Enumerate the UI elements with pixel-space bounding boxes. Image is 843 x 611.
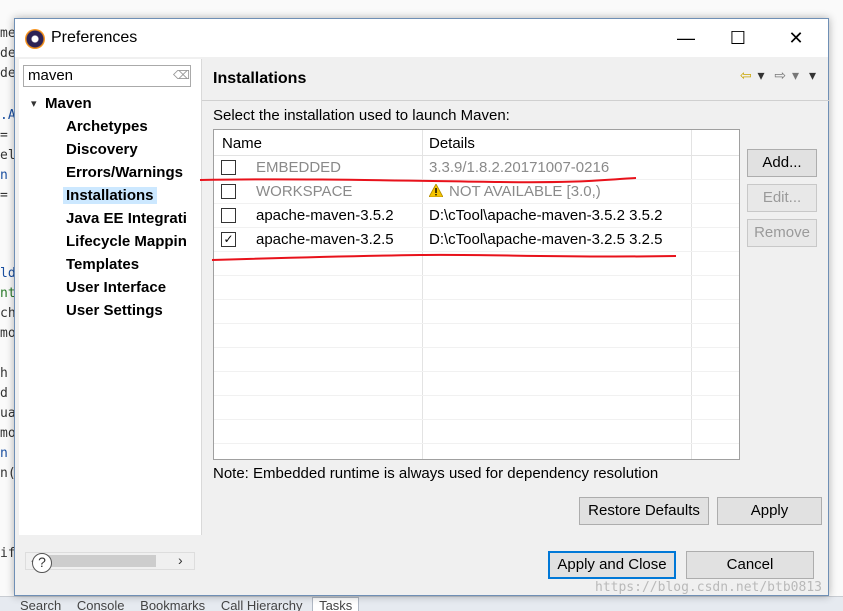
restore-defaults-button[interactable]: Restore Defaults xyxy=(579,497,709,525)
forward-arrow-icon[interactable]: ⇨ xyxy=(774,67,786,84)
preference-tree-pane: maven ⌫ ▾ Maven Archetypes Discovery Err… xyxy=(19,59,201,570)
installation-name: EMBEDDED xyxy=(256,159,342,176)
code-fragment: h xyxy=(0,366,8,381)
scrollbar-thumb[interactable] xyxy=(48,555,156,567)
installation-prompt: Select the installation used to launch M… xyxy=(213,107,510,124)
add-button[interactable]: Add... xyxy=(747,149,817,177)
remove-button[interactable]: Remove xyxy=(747,219,817,247)
table-row[interactable]: apache-maven-3.5.2 D:\cTool\apache-maven… xyxy=(214,204,739,228)
bottom-view-tabs: Search Console Bookmarks Call Hierarchy … xyxy=(0,596,843,611)
apply-button[interactable]: Apply xyxy=(717,497,822,525)
table-row[interactable]: EMBEDDED 3.3.9/1.8.2.20171007-0216 xyxy=(214,156,739,180)
code-fragment: n xyxy=(0,446,8,461)
installation-name: apache-maven-3.5.2 xyxy=(256,207,394,224)
tree-item-installations[interactable]: Installations xyxy=(63,187,157,204)
row-checkbox[interactable] xyxy=(221,184,236,199)
window-title: Preferences xyxy=(51,29,138,46)
page-title: Installations xyxy=(213,70,307,87)
empty-row xyxy=(214,276,739,300)
watermark: https://blog.csdn.net/btb0813 xyxy=(595,580,822,595)
column-header-details[interactable]: Details xyxy=(429,135,475,152)
tree-item-maven[interactable]: Maven xyxy=(45,95,92,112)
back-menu-icon[interactable]: ▾ xyxy=(758,67,765,84)
back-arrow-icon[interactable]: ⇦ xyxy=(740,67,752,84)
edit-button[interactable]: Edit... xyxy=(747,184,817,212)
tab-bookmarks[interactable]: Bookmarks xyxy=(134,598,211,611)
title-separator xyxy=(202,100,829,101)
maximize-button[interactable]: ☐ xyxy=(712,19,764,57)
installation-details: D:\cTool\apache-maven-3.5.2 3.5.2 xyxy=(429,207,663,224)
tree-item-user-interface[interactable]: User Interface xyxy=(66,279,166,296)
minimize-button[interactable]: — xyxy=(660,19,712,57)
table-row[interactable]: WORKSPACE NOT AVAILABLE [3.0,) xyxy=(214,180,739,204)
tree-item-discovery[interactable]: Discovery xyxy=(66,141,138,158)
row-checkbox-checked[interactable]: ✓ xyxy=(221,232,236,247)
table-header: Name Details xyxy=(214,130,739,156)
warning-icon xyxy=(429,184,443,197)
filter-value: maven xyxy=(28,67,74,84)
dependency-note: Note: Embedded runtime is always used fo… xyxy=(213,465,659,482)
preference-page: Installations ⇦ ▾ ⇨ ▾ ▾ Select the insta… xyxy=(201,59,829,535)
installation-details-cell: NOT AVAILABLE [3.0,) xyxy=(429,183,601,200)
tree-item-archetypes[interactable]: Archetypes xyxy=(66,118,148,135)
scroll-right-icon[interactable]: › xyxy=(178,552,183,568)
empty-row xyxy=(214,372,739,396)
close-button[interactable]: ✕ xyxy=(770,19,822,57)
installation-name: apache-maven-3.2.5 xyxy=(256,231,394,248)
empty-row xyxy=(214,348,739,372)
installation-details: D:\cTool\apache-maven-3.2.5 3.2.5 xyxy=(429,231,663,248)
tab-call-hierarchy[interactable]: Call Hierarchy xyxy=(215,598,309,611)
empty-row xyxy=(214,252,739,276)
tree-item-templates[interactable]: Templates xyxy=(66,256,139,273)
installation-name: WORKSPACE xyxy=(256,183,353,200)
code-fragment: = xyxy=(0,128,8,143)
tree-item-errors-warnings[interactable]: Errors/Warnings xyxy=(66,164,183,181)
table-row[interactable]: ✓ apache-maven-3.2.5 D:\cTool\apache-mav… xyxy=(214,228,739,252)
tree-item-java-ee-integration[interactable]: Java EE Integrati xyxy=(66,210,198,227)
installations-table[interactable]: Name Details EMBEDDED 3.3.9/1.8.2.201710… xyxy=(213,129,740,460)
code-fragment: n xyxy=(0,168,8,183)
empty-row xyxy=(214,300,739,324)
history-nav: ⇦ ▾ ⇨ ▾ ▾ xyxy=(734,67,816,84)
code-fragment: d xyxy=(0,386,8,401)
empty-row xyxy=(214,396,739,420)
tree-item-lifecycle-mappings[interactable]: Lifecycle Mappin xyxy=(66,233,198,250)
apply-and-close-button[interactable]: Apply and Close xyxy=(548,551,676,579)
eclipse-icon xyxy=(25,29,45,49)
row-checkbox[interactable] xyxy=(221,160,236,175)
tab-console[interactable]: Console xyxy=(71,598,131,611)
empty-row xyxy=(214,324,739,348)
tree-item-user-settings[interactable]: User Settings xyxy=(66,302,163,319)
tab-tasks[interactable]: Tasks xyxy=(312,597,360,611)
installation-details: NOT AVAILABLE [3.0,) xyxy=(449,183,601,200)
tab-search[interactable]: Search xyxy=(14,598,67,611)
title-bar: Preferences — ☐ ✕ xyxy=(15,19,828,57)
help-icon[interactable]: ? xyxy=(32,553,52,573)
row-checkbox[interactable] xyxy=(221,208,236,223)
preferences-dialog: Preferences — ☐ ✕ maven ⌫ ▾ Maven Archet… xyxy=(14,18,829,596)
cancel-button[interactable]: Cancel xyxy=(686,551,814,579)
forward-menu-icon[interactable]: ▾ xyxy=(792,67,799,84)
code-fragment: = xyxy=(0,188,8,203)
view-menu-icon[interactable]: ▾ xyxy=(809,67,816,84)
filter-input[interactable]: maven ⌫ xyxy=(23,65,191,87)
clear-filter-icon[interactable]: ⌫ xyxy=(173,68,190,82)
collapse-caret-icon[interactable]: ▾ xyxy=(31,97,37,110)
empty-row xyxy=(214,420,739,444)
installation-details: 3.3.9/1.8.2.20171007-0216 xyxy=(429,159,610,176)
column-header-name[interactable]: Name xyxy=(222,135,262,152)
